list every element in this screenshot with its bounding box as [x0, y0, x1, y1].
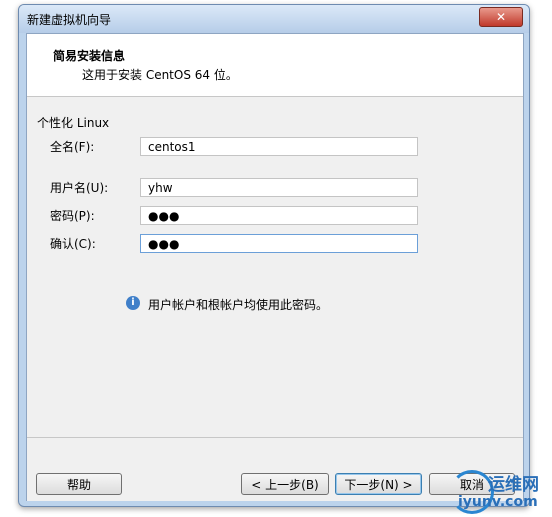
password-label: 密码(P):	[50, 209, 95, 223]
back-button[interactable]: < 上一步(B)	[241, 473, 329, 495]
title-bar: 新建虚拟机向导 ✕	[19, 5, 529, 33]
watermark-logo: 运维网 iyunv.com	[450, 468, 552, 517]
fullname-label: 全名(F):	[50, 140, 95, 154]
section-label: 个性化 Linux	[37, 116, 110, 130]
next-button[interactable]: 下一步(N) >	[335, 473, 422, 495]
page-subtitle: 这用于安装 CentOS 64 位。	[82, 68, 238, 82]
fullname-input[interactable]: centos1	[140, 137, 418, 156]
confirm-password-input[interactable]: ●●●	[140, 234, 418, 253]
info-icon: i	[126, 296, 140, 310]
close-icon: ✕	[495, 10, 507, 24]
info-text: 用户帐户和根帐户均使用此密码。	[148, 298, 329, 312]
client-area: 简易安装信息 这用于安装 CentOS 64 位。 个性化 Linux 全名(F…	[26, 33, 524, 501]
wizard-body: 个性化 Linux 全名(F): centos1 用户名(U): yhw 密码(…	[27, 97, 523, 437]
button-bar: 帮助 < 上一步(B) 下一步(N) > 取消	[27, 437, 523, 501]
password-input[interactable]: ●●●	[140, 206, 418, 225]
window-title: 新建虚拟机向导	[27, 13, 112, 27]
wizard-window: 新建虚拟机向导 ✕ 简易安装信息 这用于安装 CentOS 64 位。 个性化 …	[18, 4, 530, 507]
username-input[interactable]: yhw	[140, 178, 418, 197]
watermark-line2: iyunv.com	[458, 494, 538, 510]
watermark-line1: 运维网	[488, 475, 539, 495]
close-button[interactable]: ✕	[479, 7, 523, 27]
help-button[interactable]: 帮助	[36, 473, 122, 495]
wizard-header: 简易安装信息 这用于安装 CentOS 64 位。	[27, 34, 523, 97]
username-label: 用户名(U):	[50, 181, 109, 195]
confirm-label: 确认(C):	[50, 237, 96, 251]
page-title: 简易安装信息	[53, 49, 126, 63]
